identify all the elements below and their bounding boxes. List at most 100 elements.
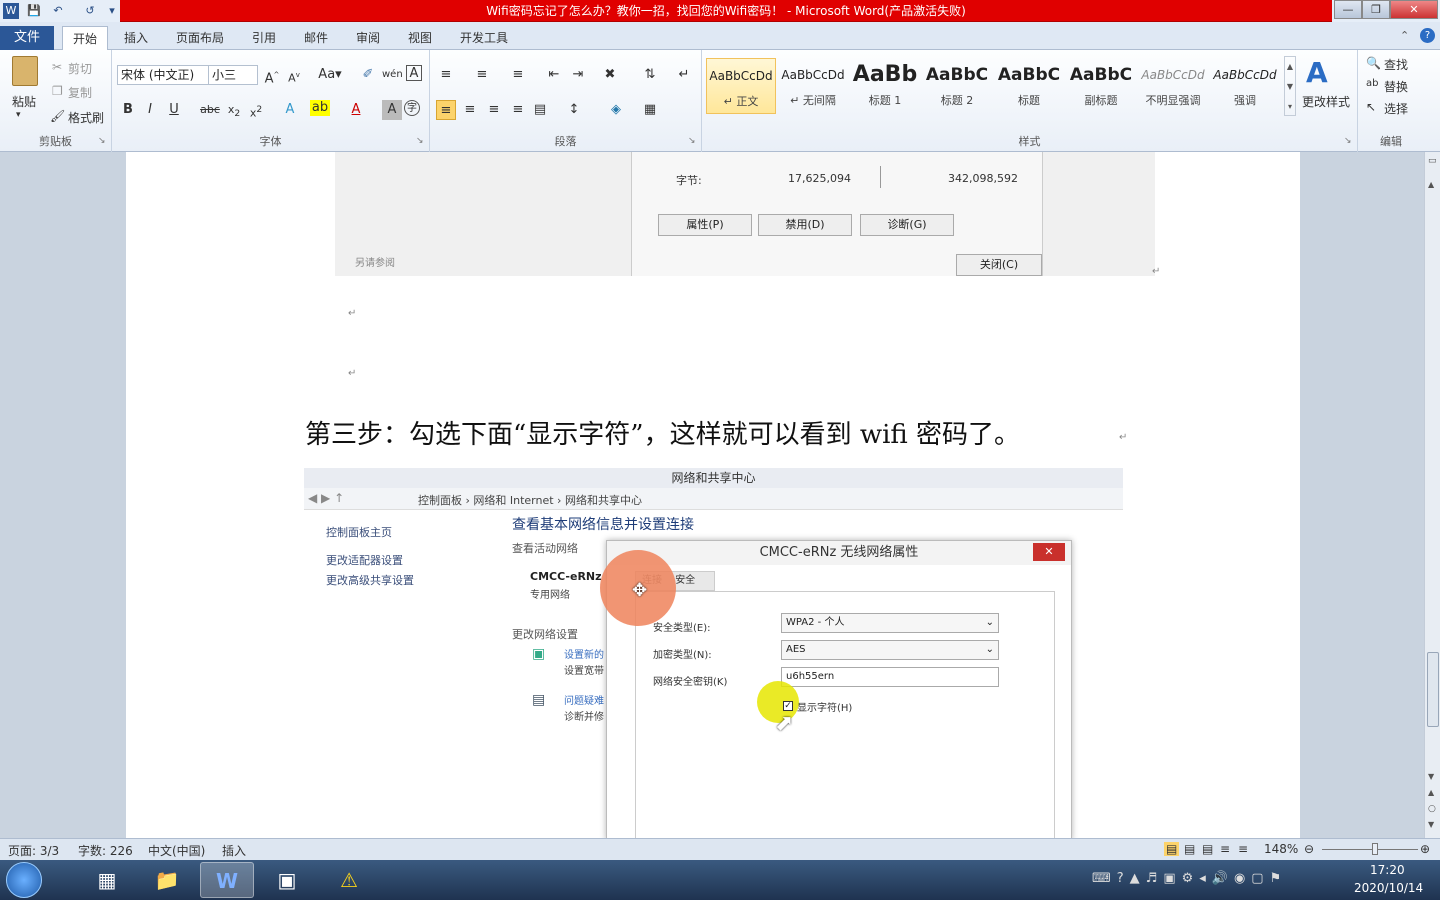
embedded-image-2[interactable]: 网络和共享中心 ◀ ▶ ↑ 控制面板 › 网络和 Internet › 网络和共… bbox=[304, 468, 1123, 838]
tab-developer[interactable]: 开发工具 bbox=[450, 26, 518, 50]
style-title[interactable]: AaBbC 标题 bbox=[994, 58, 1064, 114]
italic-icon[interactable]: I bbox=[140, 100, 160, 120]
paste-button[interactable]: 粘贴 bbox=[12, 93, 36, 110]
numbering-icon[interactable]: ≡ bbox=[472, 65, 492, 85]
next-page-icon[interactable]: ▼ bbox=[1428, 820, 1434, 829]
zoom-slider[interactable] bbox=[1322, 849, 1418, 850]
align-right-icon[interactable]: ≡ bbox=[484, 100, 504, 120]
system-tray-icons[interactable]: ⌨?▲♬▣⚙◂🔊◉▢⚑ bbox=[1092, 871, 1287, 886]
style-emphasis[interactable]: AaBbCcDd 强调 bbox=[1210, 58, 1280, 114]
bullets-icon[interactable]: ≡ bbox=[436, 65, 456, 85]
show-paragraph-marks-icon[interactable]: ↵ bbox=[674, 65, 694, 85]
taskbar-folder-icon[interactable]: 📁 bbox=[140, 862, 194, 898]
bold-icon[interactable]: B bbox=[118, 100, 138, 120]
tab-view[interactable]: 视图 bbox=[398, 26, 442, 50]
tab-file[interactable]: 文件 bbox=[0, 26, 54, 50]
tab-review[interactable]: 审阅 bbox=[346, 26, 390, 50]
taskbar-remote-icon[interactable]: ▣ bbox=[260, 862, 314, 898]
vertical-scrollbar[interactable]: ▭ ▲ ▼ ▲ ○ ▼ bbox=[1424, 152, 1440, 838]
format-painter-button[interactable]: 格式刷 bbox=[68, 109, 104, 126]
document-page[interactable]: 字节: 17,625,094 342,098,592 属性(P) 禁用(D) 诊… bbox=[126, 152, 1300, 838]
enclose-characters-icon[interactable]: 字 bbox=[404, 100, 420, 116]
clock-time[interactable]: 17:20 bbox=[1370, 863, 1405, 877]
print-layout-icon[interactable]: ▤ bbox=[1164, 842, 1180, 856]
select-button[interactable]: 选择 bbox=[1384, 100, 1408, 117]
font-launcher-icon[interactable]: ↘ bbox=[416, 136, 424, 146]
character-border-icon[interactable]: A bbox=[406, 65, 422, 81]
font-color-icon[interactable]: A bbox=[346, 100, 366, 120]
style-subtle-emphasis[interactable]: AaBbCcDd 不明显强调 bbox=[1138, 58, 1208, 114]
shading-icon[interactable]: ◈ bbox=[606, 100, 626, 120]
customize-quick-access-icon[interactable]: ▾ bbox=[104, 3, 120, 19]
cut-button[interactable]: 剪切 bbox=[68, 60, 92, 77]
tab-references[interactable]: 引用 bbox=[242, 26, 286, 50]
page-count[interactable]: 页面: 3/3 bbox=[8, 842, 59, 859]
distributed-icon[interactable]: ▤ bbox=[530, 100, 550, 120]
multilevel-list-icon[interactable]: ≡ bbox=[508, 65, 528, 85]
tab-home[interactable]: 开始 bbox=[62, 26, 109, 51]
redo-icon[interactable]: ↺ bbox=[82, 3, 98, 19]
zoom-slider-thumb[interactable] bbox=[1372, 843, 1378, 855]
step-three-heading[interactable]: 第三步：勾选下面“显示字符”，这样就可以看到 wifi 密码了。 bbox=[305, 414, 1020, 451]
reading-layout-icon[interactable]: ▤ bbox=[1184, 842, 1195, 856]
font-size-combo[interactable]: 小三 bbox=[208, 65, 258, 85]
decrease-indent-icon[interactable]: ⇤ bbox=[544, 65, 564, 85]
subscript-icon[interactable]: x2 bbox=[224, 100, 244, 120]
minimize-button[interactable]: — bbox=[1334, 0, 1362, 19]
strikethrough-icon[interactable]: abc bbox=[200, 100, 220, 120]
style-heading-1[interactable]: AaBb 标题 1 bbox=[850, 58, 920, 114]
style-heading-2[interactable]: AaBbC 标题 2 bbox=[922, 58, 992, 114]
previous-page-icon[interactable]: ▲ bbox=[1428, 788, 1434, 797]
highlight-icon[interactable]: ab bbox=[310, 100, 330, 116]
increase-indent-icon[interactable]: ⇥ bbox=[568, 65, 588, 85]
find-button[interactable]: 查找 bbox=[1384, 56, 1408, 73]
align-left-icon[interactable]: ≡ bbox=[436, 100, 456, 120]
clipboard-launcher-icon[interactable]: ↘ bbox=[98, 136, 106, 146]
font-name-combo[interactable]: 宋体 (中文正) bbox=[117, 65, 209, 85]
taskbar-explorer-icon[interactable]: ▦ bbox=[80, 862, 134, 898]
minimize-ribbon-icon[interactable]: ⌃ bbox=[1400, 29, 1409, 42]
justify-icon[interactable]: ≡ bbox=[508, 100, 528, 120]
tab-insert[interactable]: 插入 bbox=[114, 26, 158, 50]
embedded-image-1[interactable]: 字节: 17,625,094 342,098,592 属性(P) 禁用(D) 诊… bbox=[335, 152, 1155, 276]
help-icon[interactable]: ? bbox=[1420, 28, 1435, 43]
word-count[interactable]: 字数: 226 bbox=[78, 842, 133, 859]
taskbar-warning-icon[interactable]: ⚠ bbox=[322, 862, 376, 898]
outline-icon[interactable]: ≡ bbox=[1220, 842, 1230, 856]
sort-icon[interactable]: ⇅ bbox=[640, 65, 660, 85]
zoom-in-icon[interactable]: ⊕ bbox=[1420, 842, 1430, 856]
paste-dropdown-icon[interactable]: ▾ bbox=[16, 110, 21, 120]
zoom-level[interactable]: 148% bbox=[1264, 842, 1298, 856]
ruler-toggle-icon[interactable]: ▭ bbox=[1428, 156, 1437, 166]
style-normal[interactable]: AaBbCcDd ↵ 正文 bbox=[706, 58, 776, 114]
tab-page-layout[interactable]: 页面布局 bbox=[166, 26, 234, 50]
borders-icon[interactable]: ▦ bbox=[640, 100, 660, 120]
taskbar-word-icon[interactable]: W bbox=[200, 862, 254, 898]
insert-mode[interactable]: 插入 bbox=[222, 842, 246, 859]
scroll-up-icon[interactable]: ▲ bbox=[1428, 180, 1434, 189]
shrink-font-icon[interactable]: Av bbox=[284, 65, 304, 85]
save-icon[interactable]: 💾 bbox=[26, 3, 42, 19]
web-layout-icon[interactable]: ▤ bbox=[1202, 842, 1213, 856]
tab-mailings[interactable]: 邮件 bbox=[294, 26, 338, 50]
line-spacing-icon[interactable]: ↕ bbox=[564, 100, 584, 120]
restore-button[interactable]: ❐ bbox=[1362, 0, 1390, 19]
replace-button[interactable]: 替换 bbox=[1384, 78, 1408, 95]
chinese-layout-icon[interactable]: ✖ bbox=[600, 65, 620, 85]
scroll-down-icon[interactable]: ▼ bbox=[1428, 772, 1434, 781]
start-button[interactable] bbox=[6, 862, 42, 898]
paste-icon[interactable] bbox=[12, 56, 38, 86]
browse-object-icon[interactable]: ○ bbox=[1428, 804, 1436, 814]
draft-icon[interactable]: ≡ bbox=[1238, 842, 1248, 856]
grow-font-icon[interactable]: A^ bbox=[262, 65, 282, 86]
character-shading-icon[interactable]: A bbox=[382, 100, 402, 120]
undo-icon[interactable]: ↶ bbox=[50, 3, 66, 19]
clock-date[interactable]: 2020/10/14 bbox=[1354, 881, 1423, 895]
copy-button[interactable]: 复制 bbox=[68, 84, 92, 101]
phonetic-guide-icon[interactable]: wén bbox=[382, 65, 403, 85]
paragraph-launcher-icon[interactable]: ↘ bbox=[688, 136, 696, 146]
underline-icon[interactable]: U bbox=[164, 100, 184, 120]
style-subtitle[interactable]: AaBbC 副标题 bbox=[1066, 58, 1136, 114]
language[interactable]: 中文(中国) bbox=[148, 842, 205, 859]
word-app-icon[interactable]: W bbox=[3, 3, 19, 19]
